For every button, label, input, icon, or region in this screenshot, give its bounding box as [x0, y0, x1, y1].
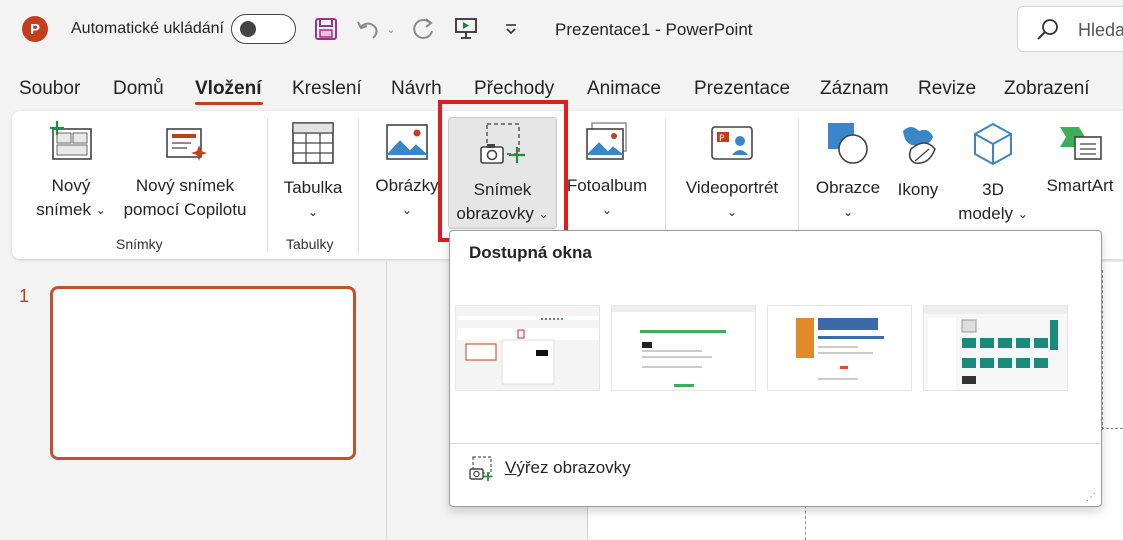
copilot-slide-icon	[115, 121, 255, 170]
undo-icon[interactable]	[354, 14, 382, 44]
screen-clipping-item[interactable]: Výřez obrazovky	[505, 458, 631, 478]
present-from-start-icon[interactable]	[452, 14, 480, 44]
toggle-knob	[240, 21, 256, 37]
new-slide-copilot-button[interactable]: Nový snímek pomocí Copilotu	[115, 121, 255, 222]
placeholder-border	[1102, 270, 1103, 430]
customize-toolbar-icon[interactable]	[500, 14, 522, 44]
icons-button[interactable]: Ikony	[890, 121, 946, 202]
table-icon	[280, 121, 346, 172]
table-label: Tabulka	[283, 178, 343, 197]
icons-icon	[890, 121, 946, 174]
video-portrait-button[interactable]: P Videoportrét ⌄	[678, 121, 786, 225]
video-portrait-label: Videoportrét	[685, 178, 779, 197]
chevron-down-icon: ⌄	[401, 203, 413, 217]
window-thumbnail[interactable]	[455, 305, 600, 391]
3d-cube-icon	[952, 121, 1034, 174]
window-thumbnail[interactable]	[923, 305, 1068, 391]
tab-prechody[interactable]: Přechody	[474, 78, 554, 100]
shapes-label: Obrazce	[815, 178, 881, 197]
title-bar: P Automatické ukládání ⌄ Prezentace1 - P…	[0, 0, 1123, 62]
video-portrait-icon: P	[678, 121, 786, 172]
shapes-button[interactable]: Obrazce ⌄	[812, 121, 884, 225]
smartart-icon	[1040, 121, 1120, 170]
tab-vlozeni[interactable]: Vložení	[195, 78, 262, 100]
window-thumbnail[interactable]	[611, 305, 756, 391]
pictures-icon	[371, 121, 443, 170]
dropdown-separator	[450, 443, 1101, 444]
placeholder-border	[1101, 428, 1123, 429]
new-slide-button[interactable]: Nový snímek ⌄	[30, 121, 112, 223]
screen-clipping-icon	[469, 456, 493, 487]
search-placeholder: Hleda	[1078, 20, 1123, 40]
slide-number: 1	[19, 286, 30, 306]
active-tab-indicator	[195, 102, 263, 105]
tab-soubor[interactable]: Soubor	[19, 78, 80, 100]
window-thumbnail[interactable]	[767, 305, 912, 391]
available-windows-heading: Dostupná okna	[469, 243, 592, 262]
tab-revize[interactable]: Revize	[918, 78, 976, 100]
table-button[interactable]: Tabulka ⌄	[280, 121, 346, 225]
search-icon	[1036, 18, 1060, 47]
new-slide-label-1: Nový	[51, 176, 91, 195]
tab-zobrazeni[interactable]: Zobrazení	[1004, 78, 1090, 100]
redo-icon[interactable]	[410, 14, 438, 44]
ribbon-separator	[267, 118, 268, 252]
chevron-down-icon: ⌄	[601, 203, 613, 217]
tab-kresleni[interactable]: Kreslení	[292, 78, 362, 100]
icons-label: Ikony	[897, 180, 939, 199]
tab-animace[interactable]: Animace	[587, 78, 661, 100]
search-box[interactable]: Hleda	[1017, 6, 1123, 52]
photo-album-button[interactable]: Fotoalbum ⌄	[563, 121, 651, 223]
chevron-down-icon: ⌄	[842, 205, 854, 219]
tab-domu[interactable]: Domů	[113, 78, 164, 100]
powerpoint-logo-icon: P	[22, 16, 48, 42]
photo-album-icon	[563, 121, 651, 170]
resize-grip-icon[interactable]: ⋰	[1086, 492, 1096, 503]
save-icon[interactable]	[312, 14, 340, 44]
smartart-label: SmartArt	[1046, 176, 1114, 195]
group-label-slides: Snímky	[116, 236, 163, 252]
tab-navrh[interactable]: Návrh	[391, 78, 442, 100]
document-title: Prezentace1 - PowerPoint	[555, 20, 753, 39]
tab-zaznam[interactable]: Záznam	[820, 78, 889, 100]
undo-dropdown-icon[interactable]: ⌄	[384, 14, 398, 44]
smartart-button[interactable]: SmartArt	[1040, 121, 1120, 198]
autosave-toggle[interactable]	[231, 14, 296, 44]
pictures-button[interactable]: Obrázky ⌄	[371, 121, 443, 223]
ribbon-separator	[358, 118, 359, 252]
chevron-down-icon: ⌄	[307, 205, 319, 219]
new-slide-icon	[30, 121, 112, 170]
new-slide-label-2: snímek	[36, 200, 91, 219]
tab-prezentace[interactable]: Prezentace	[694, 78, 790, 100]
chevron-down-icon: ⌄	[726, 205, 738, 219]
group-label-tables: Tabulky	[286, 236, 334, 252]
shapes-icon	[812, 121, 884, 172]
3d-models-label-1: 3D	[982, 180, 1004, 199]
highlight-frame	[438, 100, 568, 242]
3d-models-label-2: modely	[958, 204, 1013, 223]
chevron-down-icon: ⌄	[1017, 207, 1028, 221]
pictures-label: Obrázky	[375, 176, 439, 195]
3d-models-button[interactable]: 3D modely ⌄	[952, 121, 1034, 227]
copilot-label-1: Nový snímek	[135, 176, 235, 195]
photo-album-label: Fotoalbum	[566, 176, 648, 195]
slide-thumbnail[interactable]	[50, 286, 356, 460]
copilot-label-2: pomocí Copilotu	[123, 200, 247, 219]
autosave-label: Automatické ukládání	[71, 20, 224, 37]
chevron-down-icon: ⌄	[95, 203, 106, 217]
svg-text:P: P	[719, 134, 725, 144]
